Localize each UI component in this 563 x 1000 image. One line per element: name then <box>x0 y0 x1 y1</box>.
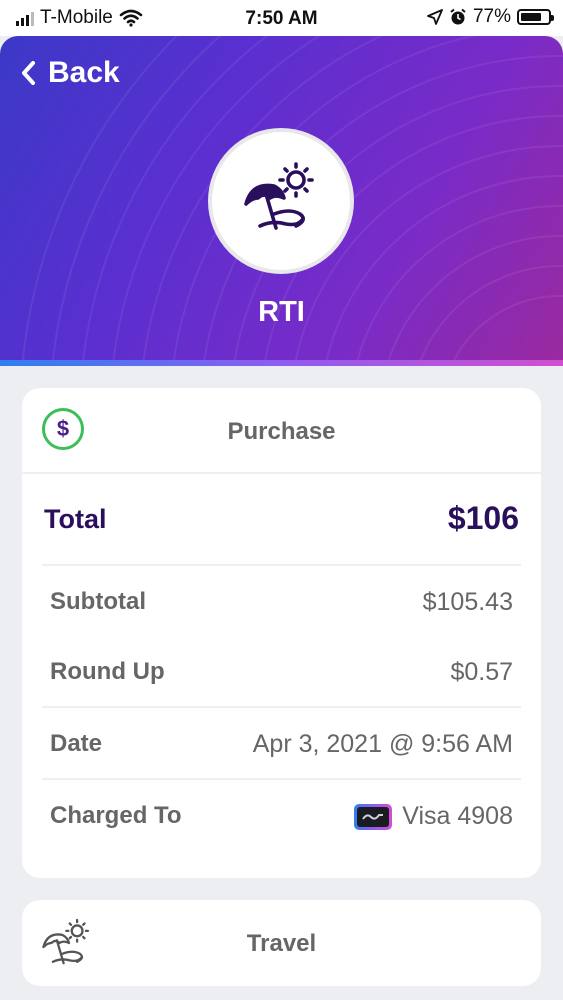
category-title: Travel <box>246 930 317 957</box>
total-row: Total $106 <box>22 474 541 564</box>
status-bar: T-Mobile 7:50 AM 77% <box>0 0 563 36</box>
round-up-row: Round Up $0.57 <box>22 636 541 706</box>
back-button[interactable]: Back <box>20 56 120 90</box>
status-right: 77% <box>427 6 554 28</box>
date-row: Date Apr 3, 2021 @ 9:56 AM <box>22 708 541 778</box>
round-up-value: $0.57 <box>450 658 513 686</box>
battery-percent: 77% <box>472 6 511 27</box>
charged-to-label: Charged To <box>50 802 182 829</box>
charged-to-card: Visa 4908 <box>402 802 513 830</box>
charged-to-row: Charged To Visa 4908 <box>22 780 541 850</box>
purchase-card: $ Purchase Total $106 Subtotal $105.43 R… <box>22 388 541 878</box>
alarm-icon <box>450 8 466 25</box>
total-value: $106 <box>447 500 519 536</box>
purchase-title: Purchase <box>227 418 336 445</box>
header-accent-stripe <box>0 360 563 366</box>
merchant-avatar <box>208 128 354 274</box>
subtotal-value: $105.43 <box>422 588 513 616</box>
charged-to-value: Visa 4908 <box>354 802 513 831</box>
date-label: Date <box>50 730 103 757</box>
round-up-label: Round Up <box>50 658 165 685</box>
beach-umbrella-icon <box>244 162 314 230</box>
date-value: Apr 3, 2021 @ 9:56 AM <box>252 730 513 758</box>
battery-icon <box>517 9 554 25</box>
location-arrow-icon <box>427 9 443 25</box>
subtotal-label: Subtotal <box>50 588 146 615</box>
back-label: Back <box>48 56 120 89</box>
card-icon <box>354 803 393 830</box>
chevron-left-icon <box>22 61 35 85</box>
total-label: Total <box>44 504 107 534</box>
subtotal-row: Subtotal $105.43 <box>22 566 541 636</box>
merchant-name: RTI <box>258 296 305 328</box>
category-card[interactable]: Travel <box>22 900 541 986</box>
purchase-card-header: $ Purchase <box>22 388 541 472</box>
